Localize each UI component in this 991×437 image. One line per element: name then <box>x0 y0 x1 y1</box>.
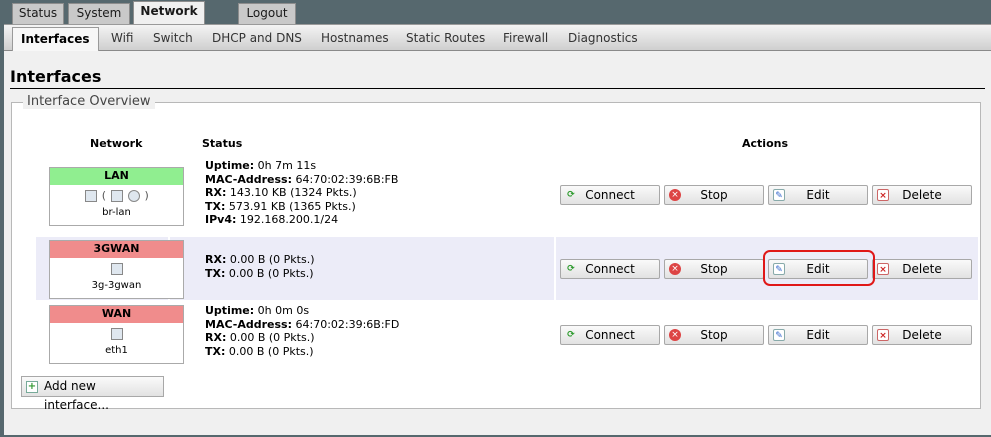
connect-button-3gwan[interactable]: ⟳ Connect <box>560 259 660 279</box>
status-3gwan: RX: 0.00 B (0 Pkts.) TX: 0.00 B (0 Pkts.… <box>205 253 315 280</box>
subtab-static-routes[interactable]: Static Routes <box>406 31 485 45</box>
column-header-network: Network <box>90 137 143 150</box>
subtab-switch[interactable]: Switch <box>153 31 193 45</box>
tab-network[interactable]: Network <box>133 1 205 25</box>
delete-button-3gwan[interactable]: × Delete <box>872 259 972 279</box>
subtab-wifi[interactable]: Wifi <box>111 31 134 45</box>
add-new-interface-button[interactable]: + Add new interface... <box>21 376 164 412</box>
network-badge-lan: LAN ( ) br-lan <box>49 167 184 226</box>
network-badge-3gwan: 3GWAN 3g-3gwan <box>49 240 184 299</box>
column-header-actions: Actions <box>742 137 788 150</box>
edit-highlight-annotation <box>763 250 875 286</box>
ethernet-port-icon <box>85 190 98 202</box>
device-name-wan: eth1 <box>105 345 128 356</box>
network-name-3gwan: 3GWAN <box>50 241 183 258</box>
network-badge-wan: WAN eth1 <box>49 305 184 364</box>
ethernet-port-icon <box>110 328 123 340</box>
column-separator <box>554 237 556 300</box>
content-area: Interfaces Interface Overview Network St… <box>4 51 991 435</box>
interface-icons-wan <box>50 323 183 345</box>
page-title: Interfaces <box>10 67 102 86</box>
subtab-firewall[interactable]: Firewall <box>503 31 548 45</box>
edit-button-wan[interactable]: ✎ Edit <box>768 325 868 345</box>
subtab-diagnostics[interactable]: Diagnostics <box>568 31 638 45</box>
bracket-open: ( <box>101 189 106 202</box>
section-legend: Interface Overview <box>23 94 155 109</box>
add-icon: + <box>26 381 38 393</box>
stop-button-lan[interactable]: × Stop <box>664 185 764 205</box>
tab-logout[interactable]: Logout <box>238 3 296 24</box>
stop-button-3gwan[interactable]: × Stop <box>664 259 764 279</box>
bracket-close: ) <box>144 189 149 202</box>
delete-button-wan[interactable]: × Delete <box>872 325 972 345</box>
delete-button-lan[interactable]: × Delete <box>872 185 972 205</box>
device-name-lan: br-lan <box>102 207 131 218</box>
top-tab-bar: Status System Network Logout <box>0 0 991 25</box>
wifi-radio-icon <box>128 190 140 202</box>
column-header-status: Status <box>202 137 243 150</box>
subtab-dhcp-dns[interactable]: DHCP and DNS <box>212 31 302 45</box>
modem-icon <box>110 263 123 275</box>
edit-button-lan[interactable]: ✎ Edit <box>768 185 868 205</box>
status-wan: Uptime: 0h 0m 0s MAC-Address: 64:70:02:3… <box>205 304 400 358</box>
network-name-wan: WAN <box>50 306 183 323</box>
sub-tab-bar: Interfaces Wifi Switch DHCP and DNS Host… <box>4 24 991 52</box>
title-divider <box>10 88 985 89</box>
network-name-lan: LAN <box>50 168 183 185</box>
stop-button-wan[interactable]: × Stop <box>664 325 764 345</box>
interface-icons-lan: ( ) <box>50 185 183 207</box>
tab-system[interactable]: System <box>68 3 130 24</box>
ethernet-port-icon <box>110 190 123 202</box>
subtab-hostnames[interactable]: Hostnames <box>321 31 389 45</box>
tab-status[interactable]: Status <box>12 3 64 24</box>
device-name-3gwan: 3g-3gwan <box>91 280 142 291</box>
add-new-interface-label: Add new interface... <box>44 379 109 412</box>
status-lan: Uptime: 0h 7m 11s MAC-Address: 64:70:02:… <box>205 159 399 226</box>
connect-button-wan[interactable]: ⟳ Connect <box>560 325 660 345</box>
subtab-interfaces[interactable]: Interfaces <box>12 27 99 52</box>
connect-button-lan[interactable]: ⟳ Connect <box>560 185 660 205</box>
interface-icons-3gwan <box>50 258 183 280</box>
